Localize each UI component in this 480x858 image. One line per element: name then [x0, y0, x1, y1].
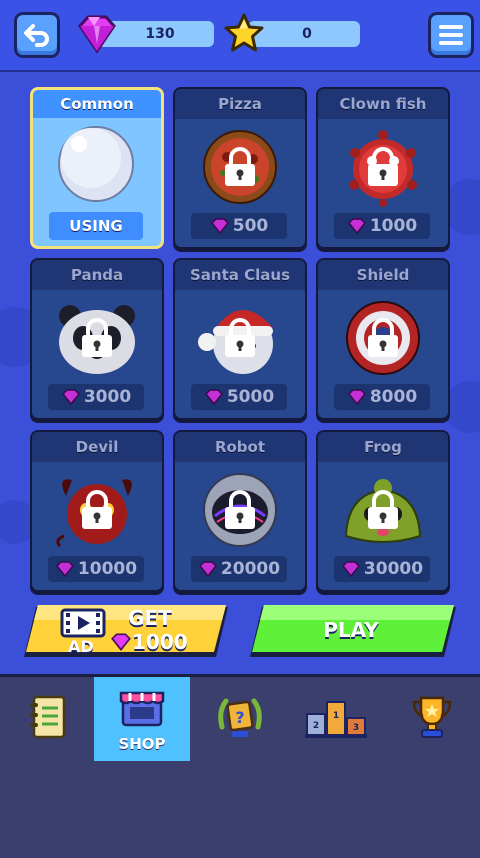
nav-tasks[interactable]: [0, 677, 96, 761]
skin-name: Common: [33, 90, 161, 118]
menu-button[interactable]: [428, 12, 474, 58]
gem-icon: [74, 14, 120, 58]
skin-name: Frog: [318, 432, 448, 462]
price-value: 5000: [226, 387, 275, 407]
skin-card-clown-fish[interactable]: Clown fish 1000: [316, 87, 450, 249]
price-tag[interactable]: 30000: [334, 556, 430, 582]
skin-card-santa-claus[interactable]: Santa Claus 5000: [173, 258, 307, 420]
play-label: PLAY: [323, 618, 379, 642]
ad-tag: AD: [68, 637, 94, 656]
skin-name: Robot: [175, 432, 305, 462]
skin-card-frog[interactable]: Frog 30000: [316, 430, 450, 592]
skin-card-panda[interactable]: Panda 3000: [30, 258, 164, 420]
back-button[interactable]: [14, 12, 60, 58]
gem-icon: [55, 561, 74, 577]
svg-text:3: 3: [353, 723, 359, 733]
nav-shop[interactable]: SHOP: [94, 677, 190, 761]
gem-icon: [347, 389, 366, 405]
nav-mystery[interactable]: ?: [192, 677, 288, 761]
price-tag[interactable]: 8000: [334, 384, 430, 410]
using-label: USING: [49, 212, 143, 240]
price-value: 10000: [77, 559, 138, 579]
price-value: 1000: [369, 216, 418, 236]
lock-icon: [225, 318, 255, 357]
price-value: 3000: [83, 387, 132, 407]
nav-achievements[interactable]: [384, 677, 480, 761]
price-tag[interactable]: 3000: [48, 384, 144, 410]
gem-count: 130: [145, 26, 175, 42]
ad-reward-amount: 1000: [132, 630, 188, 654]
mystery-badge-icon: ?: [216, 693, 264, 745]
trophy-icon: [411, 694, 453, 744]
price-tag[interactable]: 1000: [334, 213, 430, 239]
skin-name: Panda: [32, 260, 162, 290]
skin-name: Shield: [318, 260, 448, 290]
star-count: 0: [302, 26, 312, 42]
back-arrow-icon: [23, 22, 51, 48]
skin-card-pizza[interactable]: Pizza 500: [173, 87, 307, 249]
price-tag[interactable]: 5000: [191, 384, 287, 410]
lock-icon: [225, 490, 255, 529]
nav-shop-label: SHOP: [118, 735, 166, 753]
lock-icon: [82, 318, 112, 357]
gem-icon: [110, 633, 132, 655]
gem-icon: [210, 218, 229, 234]
podium-icon: 2 1 3: [305, 696, 367, 742]
svg-text:2: 2: [313, 721, 319, 731]
price-value: 30000: [363, 559, 424, 579]
lock-icon: [368, 147, 398, 186]
gem-icon: [341, 561, 360, 577]
watch-ad-button[interactable]: AD GET 1000: [22, 604, 230, 660]
bottom-navigation: SHOP ? 2 1 3: [0, 674, 480, 858]
price-tag[interactable]: 10000: [48, 556, 144, 582]
skin-name: Devil: [32, 432, 162, 462]
gem-icon: [204, 389, 223, 405]
lock-icon: [225, 147, 255, 186]
nav-leaderboard[interactable]: 2 1 3: [288, 677, 384, 761]
price-tag[interactable]: 20000: [191, 556, 287, 582]
notebook-icon: [28, 694, 68, 744]
star-icon: [222, 12, 266, 58]
skin-name: Santa Claus: [175, 260, 305, 290]
shop-icon: [118, 685, 166, 733]
price-tag[interactable]: 500: [191, 213, 287, 239]
common-ball-icon: [58, 126, 134, 202]
svg-text:?: ?: [235, 708, 244, 727]
lock-icon: [368, 490, 398, 529]
skin-name: Pizza: [175, 89, 305, 119]
ad-title: GET: [128, 606, 172, 630]
price-value: 20000: [220, 559, 281, 579]
lock-icon: [82, 490, 112, 529]
gem-icon: [347, 218, 366, 234]
svg-text:1: 1: [333, 711, 339, 721]
skin-card-shield[interactable]: Shield 8000: [316, 258, 450, 420]
play-button[interactable]: PLAY: [248, 604, 458, 660]
price-value: 8000: [369, 387, 418, 407]
price-value: 500: [232, 216, 269, 236]
skin-card-robot[interactable]: Robot 20000: [173, 430, 307, 592]
hamburger-menu-icon: [438, 24, 464, 46]
lock-icon: [368, 318, 398, 357]
top-bar: 130 0: [0, 0, 480, 73]
shop-area: Common USING Pizza 500 Clown fish 1000 P…: [0, 72, 480, 674]
skin-card-devil[interactable]: Devil 10000: [30, 430, 164, 592]
skin-card-common[interactable]: Common USING: [30, 87, 164, 249]
skin-name: Clown fish: [318, 89, 448, 119]
gem-icon: [198, 561, 217, 577]
gem-icon: [61, 389, 80, 405]
